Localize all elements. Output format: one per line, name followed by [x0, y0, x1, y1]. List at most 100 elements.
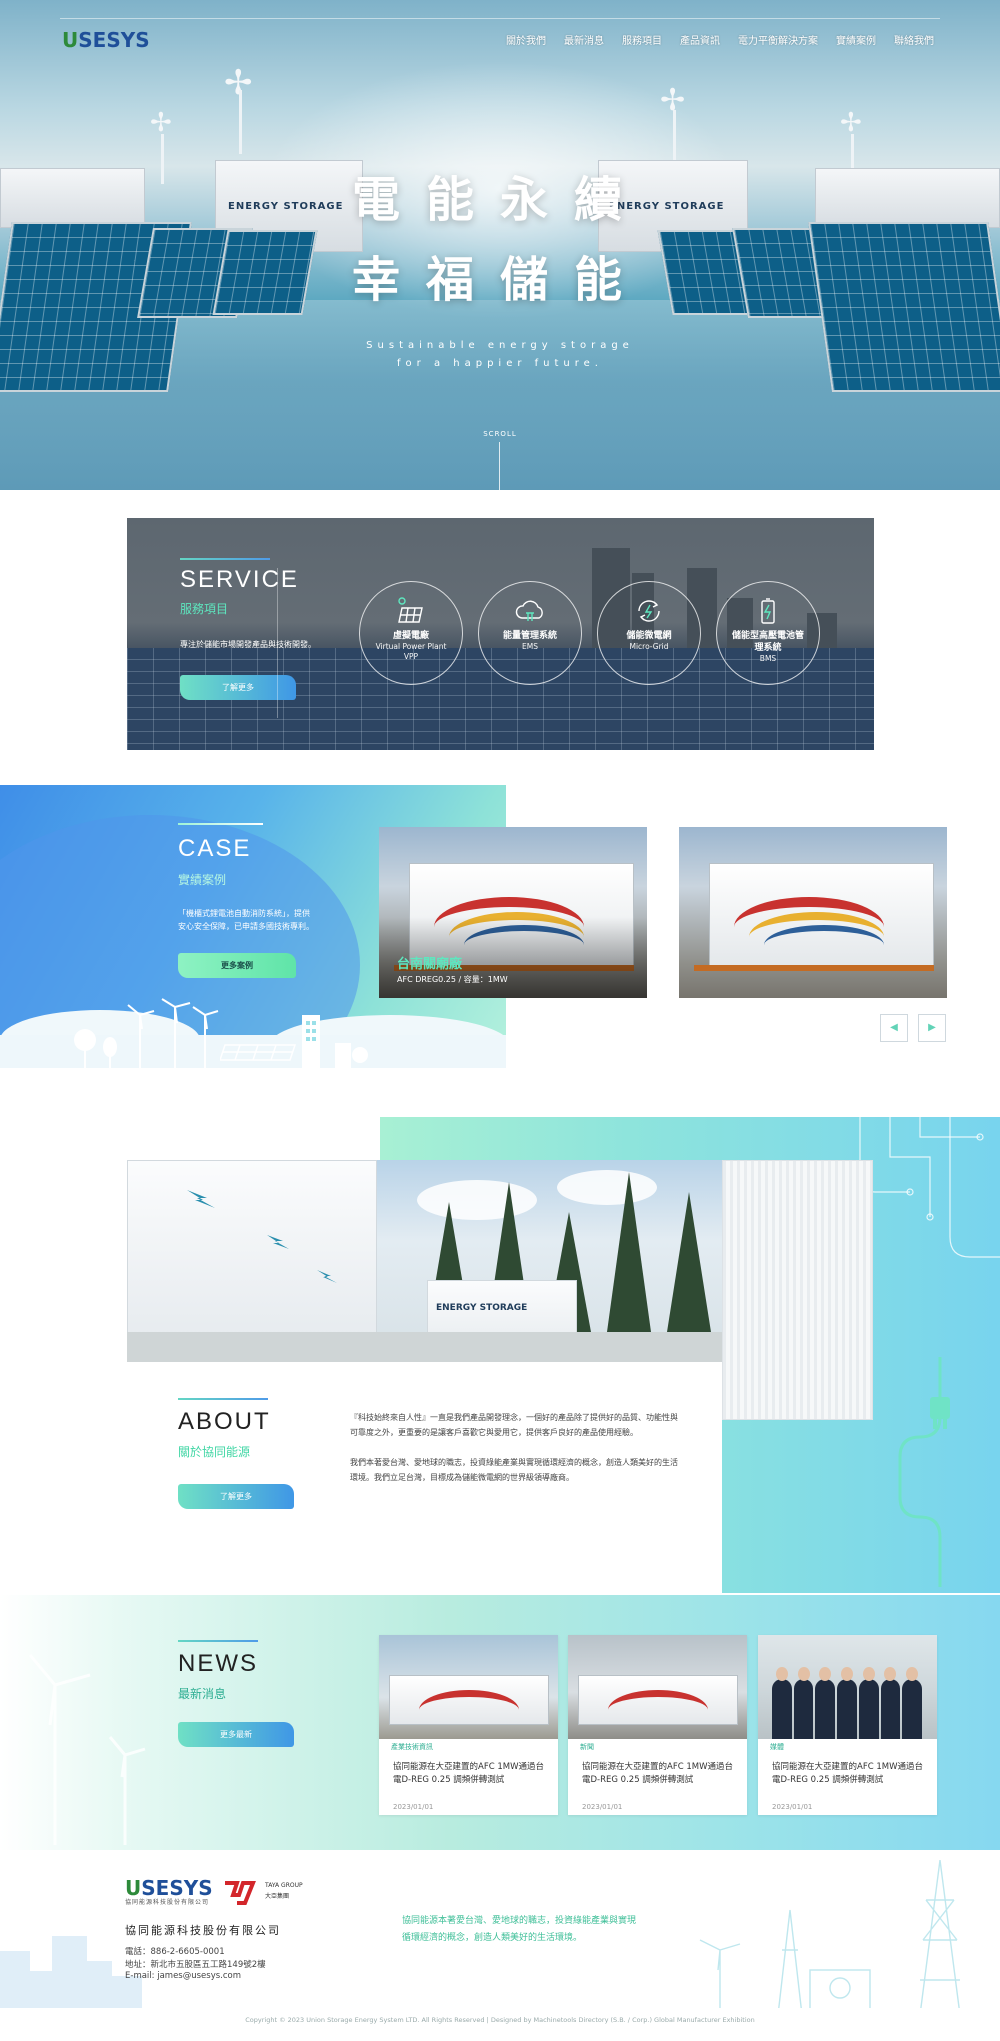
site-logo[interactable]: USESYS	[62, 28, 150, 52]
footer-email[interactable]: E-mail: james@usesys.com	[125, 1971, 241, 1981]
service-item-title: 虛擬電廠	[392, 631, 429, 641]
news-card-date: 2023/01/01	[582, 1803, 623, 1811]
nav-item-cases[interactable]: 實績案例	[836, 32, 876, 47]
service-item-sub: EMS	[522, 642, 538, 651]
news-card-tag: 媒體	[758, 1739, 796, 1755]
battery-icon	[761, 598, 775, 624]
building-icon	[302, 1015, 368, 1068]
power-tower-icon	[699, 1860, 961, 2015]
nav-item-news[interactable]: 最新消息	[564, 32, 604, 47]
nav-item-contact[interactable]: 聯絡我們	[894, 32, 934, 47]
news-card-title: 協同能源在大亞建置的AFC 1MW通過台電D-REG 0.25 調頻併轉測試	[582, 1762, 733, 1785]
service-item-title: 儲能型高壓電池管	[731, 631, 804, 641]
case-prev-button[interactable]: ◀	[880, 1014, 908, 1042]
footer-slogan: 協同能源本著愛台灣、愛地球的職志，投資綠能產業與實現循環經濟的概念，創造人類美好…	[402, 1916, 637, 1943]
city-silhouette	[112, 1976, 142, 2011]
news-card-date: 2023/01/01	[393, 1803, 434, 1811]
case-card-stripe	[764, 925, 884, 965]
news-card[interactable]: 媒體 協同能源在大亞建置的AFC 1MW通過台電D-REG 0.25 調頻併轉測…	[758, 1635, 937, 1815]
case-more-button[interactable]: 更多案例	[178, 953, 296, 978]
news-card-date: 2023/01/01	[772, 1803, 813, 1811]
scroll-indicator-line	[499, 442, 500, 490]
tree-icon	[74, 1029, 117, 1068]
case-title-en: CASE	[178, 835, 252, 862]
taya-group-logo[interactable]: TAYA GROUP 大亞集團	[223, 1875, 303, 1905]
service-item-sub: Virtual Power Plant	[375, 642, 447, 651]
service-item-microgrid[interactable]: 儲能微電網 Micro-Grid	[597, 581, 701, 685]
hero-title-line-1: 電能永續	[351, 172, 648, 228]
wind-turbine-icon: ✢	[150, 110, 172, 184]
section-title-deco	[178, 1398, 268, 1400]
case-card-rail	[694, 965, 934, 971]
section-title-deco	[180, 558, 270, 560]
case-card[interactable]: 台南關廟廠 AFC DREG0.25 / 容量：1MW	[379, 827, 647, 998]
news-image-stripe	[419, 1690, 519, 1730]
nav-item-products[interactable]: 產品資訊	[680, 32, 720, 47]
news-card-tag: 新聞	[568, 1739, 606, 1755]
service-item-sub: Micro-Grid	[629, 642, 669, 651]
news-more-button[interactable]: 更多最新	[178, 1722, 294, 1747]
service-description: 專注於儲能市場開發產品與技術開發。	[180, 640, 316, 649]
city-silhouette	[30, 1971, 52, 2011]
hero-banner: ✢ ✢ ✢ ✢ ENERGY STORAGE ENERGY STORAGE US…	[0, 0, 1000, 490]
service-learn-more-button[interactable]: 了解更多	[180, 675, 296, 700]
wind-turbine-icon: ✢	[660, 86, 685, 170]
hero-subtitle-line-1: Sustainable energy storage	[366, 340, 634, 351]
wind-turbine-icon	[28, 1654, 146, 1845]
service-section: SERVICE 服務項目 專注於儲能市場開發產品與技術開發。 了解更多 虛擬電廠…	[127, 518, 874, 750]
news-card-title: 協同能源在大亞建置的AFC 1MW通過台電D-REG 0.25 調頻併轉測試	[393, 1762, 544, 1785]
hero-subtitle-line-2: for a happier future.	[397, 358, 603, 369]
group-photo	[772, 1667, 923, 1739]
cloud-power-icon	[515, 600, 543, 621]
about-title-en: ABOUT	[178, 1408, 271, 1435]
nav-item-power-balance[interactable]: 電力平衡解決方案	[738, 32, 818, 47]
recycle-energy-icon	[638, 600, 660, 622]
hero-title-line-2: 幸福儲能	[351, 252, 648, 308]
footer-logo-subtitle: 協同能源科技股份有限公司	[125, 1899, 210, 1906]
service-item-sub: BMS	[759, 654, 777, 663]
nav-divider	[60, 18, 940, 19]
about-paragraph-2-line-2: 環境。我們立足台灣，目標成為儲能微電網的世界級領導廠商。	[350, 1473, 574, 1482]
service-item-ems[interactable]: 能量管理系統 EMS	[478, 581, 582, 685]
nav-item-services[interactable]: 服務項目	[622, 32, 662, 47]
service-item-title: 能量管理系統	[502, 631, 557, 641]
city-silhouette	[87, 1961, 112, 2011]
taya-group-name: TAYA GROUP	[265, 1882, 303, 1889]
nav-item-about[interactable]: 關於我們	[506, 32, 546, 47]
case-card-name: 台南關廟廠	[397, 957, 463, 972]
case-title-zh: 實績案例	[178, 873, 227, 887]
service-title-en: SERVICE	[180, 566, 299, 593]
footer-address: 地址：新北市五股區五工路149號2樓	[125, 1960, 266, 1970]
about-paragraph-1-line-2: 可靠度之外，更重要的是讓客戶喜歡它與愛用它，提供客戶良好的產品使用經驗。	[350, 1428, 638, 1437]
service-item-vpp[interactable]: 虛擬電廠 Virtual Power Plant VPP	[359, 581, 463, 685]
case-next-button[interactable]: ▶	[918, 1014, 946, 1042]
about-paragraph-1-line-1: 『科技始終來自人性』一直是我們產品開發理念，一個好的產品除了提供好的品質、功能性…	[350, 1413, 678, 1422]
service-item-bms[interactable]: 儲能型高壓電池管 理系統 BMS	[716, 581, 820, 685]
case-card[interactable]	[679, 827, 947, 998]
main-menu: 關於我們 最新消息 服務項目 產品資訊 電力平衡解決方案 實績案例 聯絡我們	[506, 32, 934, 47]
top-navigation: USESYS 關於我們 最新消息 服務項目 產品資訊 電力平衡解決方案 實績案例…	[0, 0, 1000, 78]
about-learn-more-button[interactable]: 了解更多	[178, 1484, 294, 1509]
container-label: ENERGY STORAGE	[436, 1303, 528, 1313]
news-card[interactable]: 新聞 協同能源在大亞建置的AFC 1MW通過台電D-REG 0.25 調頻併轉測…	[568, 1635, 747, 1815]
news-card-tag: 產業技術資訊	[379, 1739, 445, 1755]
case-description-line-1: 「機櫃式鋰電池自動消防系統」，提供	[178, 909, 310, 918]
tree	[607, 1172, 651, 1332]
tree	[667, 1192, 711, 1332]
case-description-line-2: 安心安全保障，已申請多國技術專利。	[178, 922, 314, 931]
service-item-title: 儲能微電網	[626, 631, 672, 641]
lightning-logo-icon	[187, 1190, 337, 1283]
news-title-zh: 最新消息	[178, 1687, 227, 1701]
storage-container-side	[722, 1160, 873, 1420]
scroll-indicator-label[interactable]: SCROLL	[0, 430, 1000, 438]
service-divider	[277, 568, 278, 718]
solar-panel-icon	[398, 597, 423, 623]
news-card-image	[568, 1635, 747, 1739]
solar-array-icon	[220, 1044, 297, 1061]
city-silhouette	[52, 1936, 87, 2011]
section-title-deco	[178, 823, 263, 825]
news-card[interactable]: 產業技術資訊 協同能源在大亞建置的AFC 1MW通過台電D-REG 0.25 調…	[379, 1635, 558, 1815]
news-card-image	[379, 1635, 558, 1739]
service-item-sub: VPP	[403, 652, 419, 661]
city-silhouette	[0, 1951, 30, 2011]
